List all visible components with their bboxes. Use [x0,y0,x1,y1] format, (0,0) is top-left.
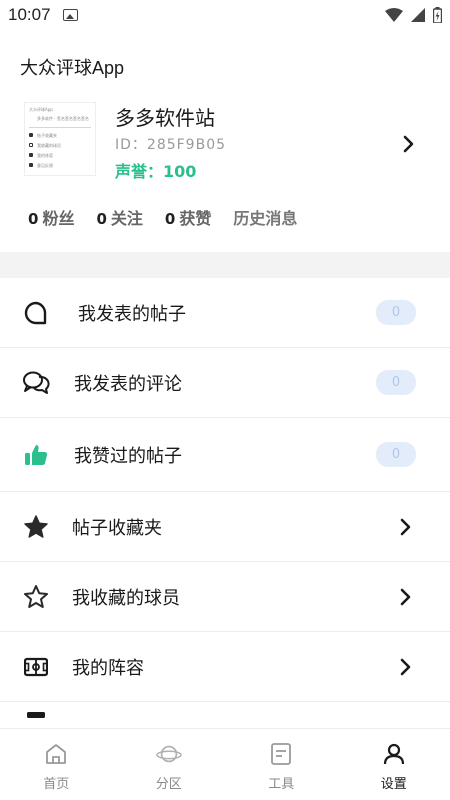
count-badge: 0 [376,442,416,467]
stat-number: 0 [96,210,107,228]
thumb-text: 帖子收藏夹 [37,133,57,138]
section-divider [0,252,450,278]
menu-item-favorites[interactable]: 帖子收藏夹 [0,492,450,562]
stat-label: 粉丝 [42,209,75,228]
nav-tools[interactable]: 工具 [225,729,338,800]
stats-row: 0 粉丝 0 关注 0 获赞 历史消息 [28,205,297,229]
stat-following[interactable]: 0 关注 [96,205,142,229]
menu-item-label: 我发表的帖子 [78,303,186,325]
thumb-text: 多多软件 · 签名签名签名签名 [37,116,89,121]
status-bar: 10:07 [0,0,450,30]
count-badge: 0 [376,370,416,395]
bottom-nav: 首页 分区 工具 设置 [0,728,450,800]
thumb-text: 大众评球App [29,107,53,112]
thumb-text: 我的阵容 [37,153,53,158]
menu-list: 我发表的帖子 0 我发表的评论 0 我赞过的帖子 0 帖子收藏夹 我收藏的球员 [0,278,450,728]
menu-item-label: 我收藏的球员 [72,587,180,609]
comments-icon [22,369,50,397]
nav-label: 设置 [380,777,407,792]
menu-item-liked-posts[interactable]: 我赞过的帖子 0 [0,418,450,492]
chevron-right-icon [399,657,413,677]
profile-card[interactable]: 大众评球App 多多软件 · 签名签名签名签名 帖子收藏夹 我收藏的球员 我的阵… [0,96,450,194]
menu-item-my-posts[interactable]: 我发表的帖子 0 [0,278,450,348]
battery-icon [433,7,442,23]
history-messages-link[interactable]: 历史消息 [233,205,297,229]
stat-number: 0 [164,210,176,228]
home-icon [43,741,69,767]
thumb-text: 我收藏的球员 [37,143,61,148]
stat-label: 获赞 [179,209,212,228]
feedback-icon [22,711,50,729]
star-outline-icon [22,583,50,611]
document-icon [268,741,294,767]
chevron-right-icon [399,517,413,537]
menu-item-favorite-players[interactable]: 我收藏的球员 [0,562,450,632]
menu-item-my-comments[interactable]: 我发表的评论 0 [0,348,450,418]
stat-fans[interactable]: 0 粉丝 [28,205,74,229]
chevron-right-icon[interactable] [402,134,416,158]
menu-item-label: 帖子收藏夹 [72,517,162,539]
count-badge: 0 [376,300,416,325]
lineup-icon [22,653,50,681]
nav-settings[interactable]: 设置 [338,729,450,800]
menu-item-label: 我的阵容 [72,657,144,679]
stat-label: 关注 [110,209,143,228]
menu-item-label: 我赞过的帖子 [74,445,182,467]
status-icons [385,7,442,23]
profile-name: 多多软件站 [115,106,215,130]
image-icon [62,9,78,21]
nav-home[interactable]: 首页 [0,729,113,800]
wifi-icon [385,8,403,22]
profile-reputation: 声誉：100 [115,162,197,181]
profile-id: ID：285F9B05 [115,137,227,153]
menu-item-partial[interactable] [0,702,450,728]
thumb-text: 意见反馈 [37,163,53,168]
status-time: 10:07 [8,5,51,24]
app-title: 大众评球App [20,58,125,78]
profile-thumbnail: 大众评球App 多多软件 · 签名签名签名签名 帖子收藏夹 我收藏的球员 我的阵… [24,102,96,176]
chat-bubble-icon [22,299,50,327]
chevron-right-icon [399,587,413,607]
planet-icon [155,741,182,767]
nav-label: 工具 [268,777,295,792]
stat-number: 0 [28,210,39,228]
stat-likes[interactable]: 0 获赞 [165,205,211,229]
menu-item-my-lineup[interactable]: 我的阵容 [0,632,450,702]
nav-label: 首页 [43,777,70,792]
nav-label: 分区 [155,777,182,792]
menu-item-label: 我发表的评论 [74,373,182,395]
signal-icon [411,8,425,22]
thumbs-up-icon [22,441,50,469]
user-icon [381,741,407,767]
star-filled-icon [22,513,50,541]
nav-sections[interactable]: 分区 [113,729,226,800]
